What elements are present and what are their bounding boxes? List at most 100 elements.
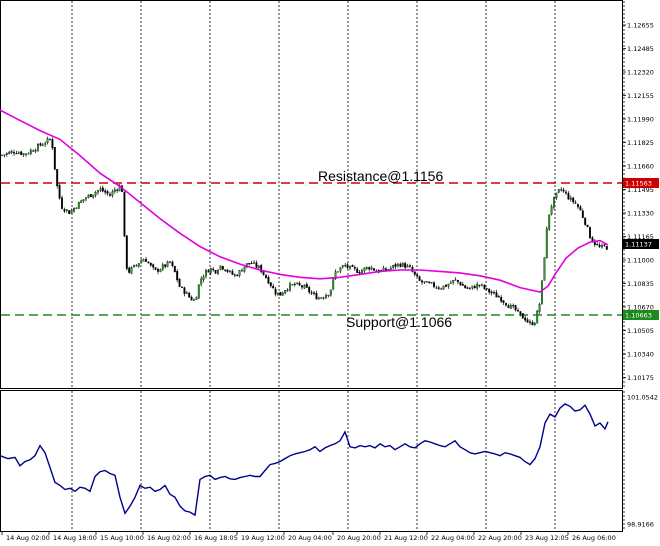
candle-up [440, 288, 443, 290]
candle-down [173, 265, 176, 273]
candle-down [567, 193, 570, 200]
candle-down [89, 194, 92, 198]
candle-up [370, 267, 373, 270]
candle-down [147, 261, 150, 264]
candle-down [51, 139, 54, 149]
candle-up [257, 265, 260, 268]
candle-down [529, 321, 531, 323]
candle-up [22, 153, 25, 156]
candle-down [353, 267, 356, 269]
candle-down [356, 268, 359, 273]
candle-down [104, 190, 107, 193]
candle-up [545, 228, 548, 259]
candle-down [248, 263, 251, 265]
candle-down [298, 283, 301, 286]
candle-up [85, 197, 87, 200]
candle-up [10, 151, 13, 153]
candle-up [365, 266, 368, 269]
candle-up [65, 209, 68, 211]
candle-down [459, 282, 462, 286]
candle-down [413, 271, 416, 275]
candle-down [109, 194, 111, 196]
candle-up [284, 290, 287, 294]
candle-down [394, 264, 397, 267]
candle-up [536, 310, 539, 324]
candle-down [531, 322, 534, 326]
candle-down [437, 287, 440, 289]
candle-down [524, 317, 527, 321]
candle-down [231, 271, 234, 275]
candle-up [185, 292, 188, 294]
y-tick-label: 1.12655 [627, 22, 654, 30]
candle-up [80, 200, 83, 203]
candle-up [111, 191, 114, 196]
candle-down [581, 210, 584, 218]
candle-down [255, 262, 258, 268]
candle-up [41, 144, 44, 146]
candle-up [135, 265, 138, 267]
candle-up [317, 297, 320, 300]
candle-up [447, 284, 450, 287]
candle-down [574, 202, 577, 204]
candle-down [512, 305, 515, 307]
candle-down [171, 261, 174, 267]
candle-down [502, 300, 505, 303]
candle-up [113, 189, 116, 192]
candle-down [214, 270, 217, 274]
candle-up [97, 190, 99, 193]
candle-up [476, 284, 479, 289]
candle-up [205, 270, 207, 277]
candle-down [269, 282, 272, 287]
y-tick-label: 1.10505 [627, 327, 654, 335]
candle-up [281, 292, 284, 296]
candle-up [329, 289, 332, 296]
candle-down [224, 269, 227, 271]
candle-up [3, 154, 6, 156]
y-tick-label: 1.10175 [627, 374, 654, 382]
x-tick-label: 16 Aug 02:00 [147, 534, 191, 542]
candle-up [548, 214, 551, 230]
candle-up [322, 297, 325, 299]
x-tick-label: 20 Aug 04:00 [288, 534, 332, 542]
y-tick-label: 1.12155 [627, 92, 654, 100]
candle-up [34, 150, 37, 152]
chart-canvas: Resistance@1.1156 Support@1.1066 1.12655 1… [0, 0, 660, 546]
y-tick-label: 1.12320 [627, 69, 654, 77]
candle-down [145, 258, 147, 262]
candle-down [490, 291, 493, 294]
level-price-tag-text: 1.10663 [625, 312, 652, 320]
candle-up [435, 287, 438, 289]
candle-up [161, 264, 164, 270]
candle-up [452, 280, 455, 283]
candle-up [509, 304, 512, 309]
x-tick-label: 14 Aug 18:00 [53, 534, 97, 542]
candle-down [61, 197, 63, 209]
y-tick-label: 1.11330 [627, 210, 654, 218]
candle-down [212, 268, 215, 271]
candle-down [488, 288, 491, 293]
x-tick-label: 19 Aug 12:00 [241, 534, 285, 542]
candle-down [466, 287, 469, 289]
candle-up [243, 266, 246, 272]
candle-down [572, 197, 575, 203]
level-price-tag-text: 1.11563 [625, 180, 652, 188]
candle-down [265, 275, 267, 279]
candle-up [389, 267, 392, 270]
candle-up [200, 278, 203, 285]
candle-down [125, 235, 128, 269]
candle-down [526, 319, 529, 323]
candle-up [541, 280, 543, 304]
candle-up [217, 270, 219, 274]
candle-down [584, 217, 587, 225]
candle-up [75, 207, 78, 209]
candle-down [56, 169, 59, 187]
candle-down [483, 284, 486, 289]
candle-up [277, 292, 279, 296]
candle-up [137, 263, 140, 267]
y-tick-label: 1.10835 [627, 280, 654, 288]
candle-down [497, 296, 500, 298]
candle-down [32, 150, 35, 152]
candle-down [226, 269, 229, 272]
candle-down [272, 285, 275, 289]
candle-up [1, 154, 3, 156]
